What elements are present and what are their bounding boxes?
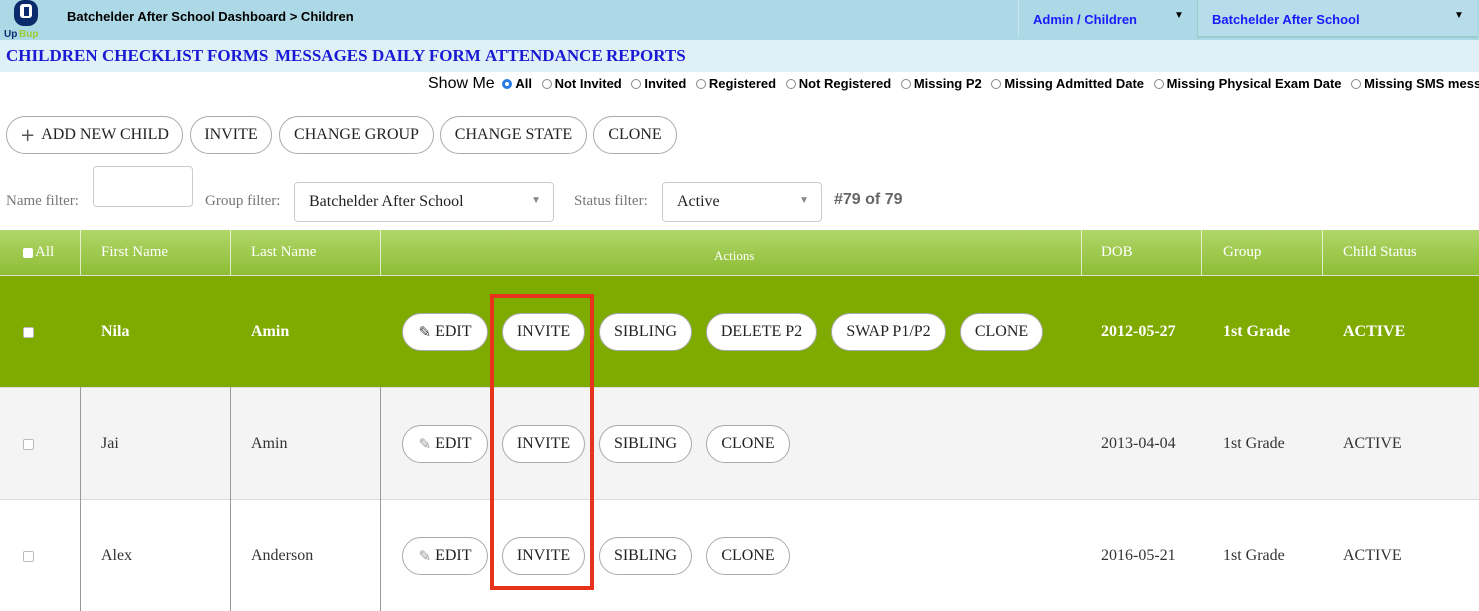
dropdown-arrow-icon: ▼ <box>799 195 809 206</box>
table-row[interactable]: Jai Amin ✎ EDIT INVITE SIBLING CLONE 2013… <box>0 387 1479 499</box>
header-last-name[interactable]: Last Name <box>251 230 316 275</box>
nav-children[interactable]: CHILDREN <box>6 46 98 66</box>
nav-messages[interactable]: MESSAGES <box>275 46 368 66</box>
dob-cell: 2013-04-04 <box>1101 435 1176 452</box>
table-row[interactable]: Alex Anderson ✎ EDIT INVITE SIBLING CLONE… <box>0 499 1479 611</box>
sibling-button[interactable]: SIBLING <box>599 425 692 463</box>
dropdown-arrow-icon: ▼ <box>1454 10 1464 21</box>
radio-missing-sms[interactable]: Missing SMS messag <box>1351 76 1479 91</box>
row-checkbox[interactable] <box>23 438 34 450</box>
nav-forms[interactable]: FORMS <box>207 46 268 66</box>
radio-missing-physical-exam-date[interactable]: Missing Physical Exam Date <box>1153 76 1348 91</box>
breadcrumb: Batchelder After School Dashboard > Chil… <box>67 9 354 24</box>
group-cell: 1st Grade <box>1223 547 1285 564</box>
name-filter-label: Name filter: <box>6 193 79 209</box>
change-state-button[interactable]: CHANGE STATE <box>440 116 587 154</box>
header-dob[interactable]: DOB <box>1101 230 1133 275</box>
pencil-icon: ✎ <box>418 547 432 565</box>
column-divider <box>230 387 231 611</box>
school-select[interactable]: Batchelder After School ▼ <box>1197 0 1477 38</box>
pencil-icon: ✎ <box>418 435 432 453</box>
status-filter-select[interactable]: Active ▼ <box>662 182 822 222</box>
nav-daily-form[interactable]: DAILY FORM <box>372 46 481 66</box>
dob-cell: 2012-05-27 <box>1101 323 1176 340</box>
svg-text:Up: Up <box>4 29 17 40</box>
group-cell: 1st Grade <box>1223 435 1285 452</box>
radio-missing-admitted-date[interactable]: Missing Admitted Date <box>991 76 1150 91</box>
invite-button[interactable]: INVITE <box>190 116 272 154</box>
nav-attendance[interactable]: ATTENDANCE <box>485 46 603 66</box>
change-group-button[interactable]: CHANGE GROUP <box>279 116 434 154</box>
radio-not-registered[interactable]: Not Registered <box>785 76 897 91</box>
dob-cell: 2016-05-21 <box>1101 547 1176 564</box>
radio-missing-p2[interactable]: Missing P2 <box>900 76 988 91</box>
school-select-label: Batchelder After School <box>1212 12 1360 27</box>
status-cell: ACTIVE <box>1343 323 1406 340</box>
delete-p2-button[interactable]: DELETE P2 <box>706 313 817 351</box>
status-cell: ACTIVE <box>1343 435 1402 452</box>
last-name-cell: Anderson <box>251 547 314 564</box>
column-divider <box>80 387 81 611</box>
pencil-icon: ✎ <box>418 323 432 341</box>
clone-button[interactable]: CLONE <box>593 116 677 154</box>
row-checkbox[interactable] <box>23 326 34 338</box>
group-filter-select[interactable]: Batchelder After School ▼ <box>294 182 554 222</box>
header-first-name[interactable]: First Name <box>101 230 168 275</box>
radio-invited[interactable]: Invited <box>631 76 692 91</box>
select-all[interactable]: All <box>23 230 54 275</box>
header-child-status[interactable]: Child Status <box>1343 230 1417 275</box>
top-bar: Up Bup Batchelder After School Dashboard… <box>0 0 1479 40</box>
sibling-button[interactable]: SIBLING <box>599 537 692 575</box>
last-name-cell: Amin <box>251 323 290 340</box>
header-actions: Actions <box>714 247 755 263</box>
edit-button[interactable]: ✎ EDIT <box>402 313 488 351</box>
upbup-logo-icon[interactable]: Up Bup <box>4 0 46 40</box>
plus-icon: + <box>20 124 36 146</box>
edit-button[interactable]: ✎ EDIT <box>402 425 488 463</box>
swap-p1-p2-button[interactable]: SWAP P1/P2 <box>831 313 946 351</box>
group-filter-label: Group filter: <box>205 193 281 209</box>
table-header: All First Name Last Name Actions DOB Gro… <box>0 230 1479 275</box>
admin-menu-label: Admin / Children <box>1033 12 1137 27</box>
first-name-cell: Nila <box>101 323 130 340</box>
row-clone-button[interactable]: CLONE <box>706 425 790 463</box>
edit-button[interactable]: ✎ EDIT <box>402 537 488 575</box>
admin-menu-select[interactable]: Admin / Children ▼ <box>1018 0 1196 38</box>
status-cell: ACTIVE <box>1343 547 1402 564</box>
select-all-checkbox[interactable] <box>23 247 33 258</box>
record-count: #79 of 79 <box>834 191 903 208</box>
first-name-cell: Jai <box>101 435 119 452</box>
nav-reports[interactable]: REPORTS <box>606 46 686 66</box>
svg-text:Bup: Bup <box>19 29 38 40</box>
group-cell: 1st Grade <box>1223 323 1291 340</box>
status-filter-label: Status filter: <box>574 193 648 209</box>
radio-registered[interactable]: Registered <box>695 76 782 91</box>
nav-checklist[interactable]: CHECKLIST <box>102 46 203 66</box>
first-name-cell: Alex <box>101 547 133 564</box>
row-clone-button[interactable]: CLONE <box>706 537 790 575</box>
invite-column-highlight <box>490 294 594 590</box>
row-clone-button[interactable]: CLONE <box>960 313 1043 351</box>
name-filter-input[interactable] <box>93 166 193 207</box>
radio-all[interactable]: All <box>502 76 538 91</box>
radio-not-invited[interactable]: Not Invited <box>541 76 628 91</box>
sibling-button[interactable]: SIBLING <box>599 313 692 351</box>
last-name-cell: Amin <box>251 435 288 452</box>
show-me-filter: Show Me All Not Invited Invited Register… <box>428 75 1479 93</box>
header-group[interactable]: Group <box>1223 230 1261 275</box>
table-row[interactable]: Nila Amin ✎ EDIT INVITE SIBLING DELETE P2… <box>0 275 1479 387</box>
row-checkbox[interactable] <box>23 550 34 562</box>
column-divider <box>380 387 381 611</box>
show-me-label: Show Me <box>428 75 495 92</box>
add-new-child-button[interactable]: + ADD NEW CHILD <box>6 116 183 154</box>
dropdown-arrow-icon: ▼ <box>531 195 541 206</box>
dropdown-arrow-icon: ▼ <box>1174 10 1184 21</box>
main-nav: CHILDREN CHECKLIST FORMS MESSAGES DAILY … <box>0 40 1479 72</box>
